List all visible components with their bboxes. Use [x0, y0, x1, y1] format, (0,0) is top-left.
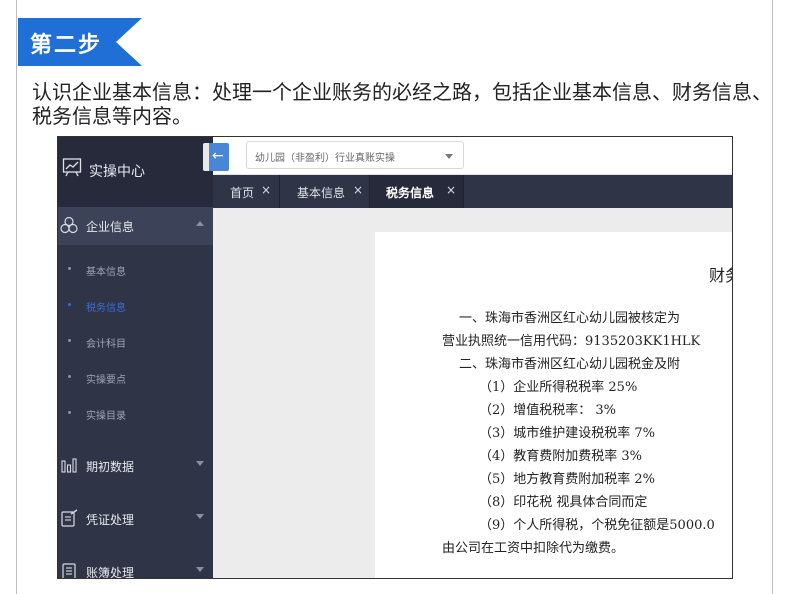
bullet-dot — [68, 267, 71, 270]
tab-tax-info[interactable]: 税务信息 × — [370, 175, 464, 208]
course-select[interactable]: 幼儿园（非盈利）行业真账实操 — [246, 141, 464, 169]
frame-right-border — [772, 0, 773, 594]
doc-line: （2）增值税税率： 3% — [479, 403, 617, 418]
content-area: 财务 一、珠海市香洲区红心幼儿园被核定为 营业执照统一信用代码：9135203K… — [213, 208, 732, 578]
sidebar-section-company[interactable]: 企业信息 — [58, 207, 213, 245]
tab-label: 首页 — [230, 186, 255, 200]
sidebar: 实操中心 企业信息 基本信息 税务信息 会计科目 实操要点 实操目录 期初数据 … — [58, 137, 213, 579]
sidebar-item-catalog[interactable]: 实操目录 — [58, 402, 213, 426]
chevron-down-icon — [196, 567, 204, 572]
sidebar-item-label: 税务信息 — [86, 303, 126, 314]
tax-document: 财务 一、珠海市香洲区红心幼儿园被核定为 营业执照统一信用代码：9135203K… — [375, 232, 732, 578]
intro-text: 认识企业基本信息：处理一个企业账务的必经之路，包括企业基本信息、财务信息、税务信… — [32, 80, 772, 128]
top-bar: 幼儿园（非盈利）行业真账实操 — [213, 137, 732, 175]
tab-home[interactable]: 首页 × — [213, 175, 280, 208]
section-label-company: 企业信息 — [86, 220, 135, 234]
ledger-icon — [62, 563, 76, 578]
edit-doc-icon — [61, 509, 78, 527]
bullet-dot — [68, 339, 71, 342]
tab-bar: 首页 × 基本信息 × 税务信息 × — [213, 175, 732, 208]
sidebar-section-ledger[interactable]: 账簿处理 — [58, 553, 213, 579]
frame-left-border — [16, 0, 17, 594]
sidebar-collapse-button[interactable]: ← — [203, 143, 229, 171]
close-icon[interactable]: × — [261, 183, 271, 197]
document-title: 财务 — [709, 266, 732, 285]
step-label: 第二步 — [30, 33, 103, 58]
sidebar-section-voucher[interactable]: 凭证处理 — [58, 500, 213, 538]
section-label-voucher: 凭证处理 — [86, 513, 135, 527]
sidebar-item-label: 实操目录 — [86, 411, 126, 422]
doc-line: （5）地方教育费附加税率 2% — [479, 472, 656, 487]
doc-line: 二、珠海市香洲区红心幼儿园税金及附 — [459, 357, 681, 372]
chart-board-icon — [62, 158, 82, 177]
sidebar-item-accounts[interactable]: 会计科目 — [58, 330, 213, 354]
sidebar-section-opening[interactable]: 期初数据 — [58, 447, 213, 485]
close-icon[interactable]: × — [353, 183, 363, 197]
collapse-grip — [203, 143, 209, 171]
sidebar-item-label: 会计科目 — [86, 339, 126, 350]
sidebar-header[interactable]: 实操中心 — [58, 137, 213, 207]
tab-basic-info[interactable]: 基本信息 × — [280, 175, 370, 208]
doc-line: 由公司在工资中扣除代为缴费。 — [442, 541, 625, 556]
chevron-up-icon — [196, 221, 204, 226]
doc-line: 一、珠海市香洲区红心幼儿园被核定为 — [459, 311, 681, 326]
chevron-down-icon — [445, 154, 453, 159]
doc-line: （9）个人所得税，个税免征额是5000.0 — [479, 518, 715, 533]
app-screenshot: 实操中心 企业信息 基本信息 税务信息 会计科目 实操要点 实操目录 期初数据 … — [57, 136, 733, 579]
doc-line: （1）企业所得税税率 25% — [479, 380, 638, 395]
doc-line: （4）教育费附加费税率 3% — [479, 449, 643, 464]
step-banner: 第二步 — [18, 18, 142, 66]
tab-label: 税务信息 — [386, 186, 435, 200]
chevron-down-icon — [196, 514, 204, 519]
sidebar-item-key-points[interactable]: 实操要点 — [58, 366, 213, 390]
tab-label: 基本信息 — [297, 186, 346, 200]
bullet-dot — [68, 303, 71, 306]
bullet-dot — [68, 375, 71, 378]
arrow-left-icon: ← — [212, 148, 224, 164]
close-icon[interactable]: × — [446, 183, 456, 197]
sidebar-item-label: 实操要点 — [86, 375, 126, 386]
sidebar-item-basic-info[interactable]: 基本信息 — [58, 258, 213, 282]
practice-center-label: 实操中心 — [89, 164, 145, 180]
sidebar-item-tax-info[interactable]: 税务信息 — [58, 294, 213, 318]
doc-line: 营业执照统一信用代码：9135203KK1HLK — [442, 334, 701, 349]
section-label-ledger: 账簿处理 — [86, 566, 135, 579]
sidebar-item-label: 基本信息 — [86, 267, 126, 278]
course-select-value: 幼儿园（非盈利）行业真账实操 — [255, 153, 395, 164]
doc-line: （8）印花税 视具体合同而定 — [479, 495, 648, 510]
bullet-dot — [68, 411, 71, 414]
chevron-down-icon — [196, 461, 204, 466]
cluster-icon — [60, 216, 78, 234]
doc-line: （3）城市维护建设税税率 7% — [479, 426, 656, 441]
section-label-opening: 期初数据 — [86, 460, 135, 474]
bar-chart-icon — [61, 458, 77, 473]
